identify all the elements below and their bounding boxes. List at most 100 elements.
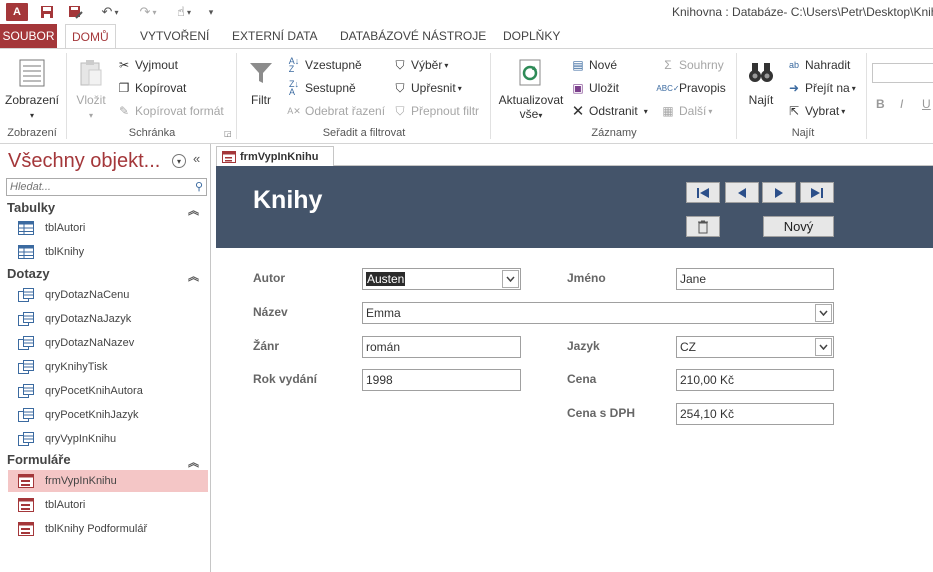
jazyk-combobox[interactable]: CZ bbox=[676, 336, 834, 358]
redo-icon[interactable]: ↷ ▾ bbox=[134, 3, 162, 21]
nav-item-qrypocetknihautora[interactable]: qryPocetKnihAutora bbox=[8, 380, 208, 402]
kopirovat-format-button[interactable]: ✎ Kopírovat formát bbox=[116, 101, 224, 121]
filtr-button[interactable]: Filtr bbox=[244, 57, 278, 107]
form-icon bbox=[222, 150, 236, 163]
first-record-button[interactable] bbox=[686, 182, 720, 203]
save-as-icon[interactable] bbox=[66, 3, 84, 21]
previous-record-button[interactable] bbox=[725, 182, 759, 203]
ulozit-button[interactable]: ▣ Uložit bbox=[570, 78, 619, 98]
underline-button[interactable]: U bbox=[922, 97, 931, 111]
nav-section-dotazy[interactable]: Dotazy ︽ bbox=[7, 266, 207, 286]
upresnit-button[interactable]: ⛉ Upřesnit ▾ bbox=[392, 78, 461, 98]
search-icon[interactable]: ⚲ bbox=[195, 180, 203, 193]
ribbon-separator bbox=[736, 53, 737, 139]
vzestupne-button[interactable]: A↓ Z Vzestupně bbox=[286, 55, 362, 75]
vlozit-button[interactable]: Vložit ▾ bbox=[72, 57, 110, 121]
novy-button[interactable]: Nový bbox=[763, 216, 834, 237]
nav-item-qrydotaznacenu[interactable]: qryDotazNaCenu bbox=[8, 284, 208, 306]
odebrat-razeni-button[interactable]: A✕ Odebrat řazení bbox=[286, 101, 385, 121]
rok-vydani-field[interactable]: 1998 bbox=[362, 369, 521, 391]
zobrazeni-label: Zobrazení bbox=[4, 93, 60, 107]
kopirovat-button[interactable]: ❐ Kopírovat bbox=[116, 78, 187, 98]
bold-button[interactable]: B bbox=[876, 97, 885, 111]
nazev-combobox[interactable]: Emma bbox=[362, 302, 834, 324]
access-app-icon[interactable]: A bbox=[6, 3, 28, 21]
vyber-button[interactable]: ⛉ Výběr ▾ bbox=[392, 55, 448, 75]
souhrny-label: Souhrny bbox=[679, 58, 724, 72]
nove-button[interactable]: ▤ Nové bbox=[570, 55, 617, 75]
customize-toolbar-icon[interactable]: ▾ bbox=[204, 3, 218, 21]
nav-item-tblknihy-podformular[interactable]: tblKnihy Podformulář bbox=[8, 518, 208, 540]
jmeno-field[interactable]: Jane bbox=[676, 268, 834, 290]
vyjmout-button[interactable]: ✂ Vyjmout bbox=[116, 55, 178, 75]
nav-item-qrydotaznajazyk[interactable]: qryDotazNaJazyk bbox=[8, 308, 208, 330]
tab-soubor[interactable]: SOUBOR bbox=[0, 24, 57, 48]
aktualizovat-vse-button[interactable]: Aktualizovat vše▾ bbox=[496, 57, 566, 121]
nav-item-tblknihy[interactable]: tblKnihy bbox=[8, 241, 208, 263]
upresnit-label: Upřesnit bbox=[411, 81, 456, 95]
chevron-down-icon[interactable] bbox=[815, 304, 832, 322]
next-record-button[interactable] bbox=[762, 182, 796, 203]
tab-databazove-nastroje[interactable]: DATABÁZOVÉ NÁSTROJE bbox=[334, 24, 492, 48]
nav-item-qrypocetknihjazyk[interactable]: qryPocetKnihJazyk bbox=[8, 404, 208, 426]
zanr-field[interactable]: román bbox=[362, 336, 521, 358]
chevron-down-icon[interactable] bbox=[502, 270, 519, 288]
nav-menu-chevron-icon[interactable]: ▾ bbox=[172, 154, 186, 168]
tab-externi-data[interactable]: EXTERNÍ DATA bbox=[226, 24, 324, 48]
nav-item-qryvypinknihu[interactable]: qryVypInKnihu bbox=[8, 428, 208, 450]
nav-item-qryknihytisk[interactable]: qryKnihyTisk bbox=[8, 356, 208, 378]
ribbon-separator bbox=[236, 53, 237, 139]
document-tab-frmvypinknihu[interactable]: frmVypInKnihu bbox=[216, 146, 334, 166]
nahradit-button[interactable]: ab Nahradit bbox=[786, 55, 850, 75]
save-icon[interactable] bbox=[38, 3, 56, 21]
nav-item-qrydotaznanazev[interactable]: qryDotazNaNazev bbox=[8, 332, 208, 354]
trash-icon bbox=[698, 220, 708, 233]
tab-doplnky[interactable]: DOPLŇKY bbox=[497, 24, 566, 48]
tab-domu[interactable]: DOMŮ bbox=[65, 24, 116, 49]
group-label-zaznamy: Záznamy bbox=[591, 127, 637, 139]
chevron-down-icon[interactable] bbox=[815, 338, 832, 356]
nav-item-label: tblKnihy Podformulář bbox=[45, 523, 148, 535]
aktualizovat-vse-label: vše bbox=[519, 107, 539, 121]
italic-button[interactable]: I bbox=[900, 97, 903, 111]
nav-collapse-icon[interactable]: « bbox=[193, 151, 200, 166]
najit-button[interactable]: Najít bbox=[742, 57, 780, 107]
undo-icon[interactable]: ↶ ▾ bbox=[96, 3, 124, 21]
advanced-filter-icon: ⛉ bbox=[395, 80, 405, 95]
prepnout-filtr-button[interactable]: ⛉ Přepnout filtr bbox=[392, 101, 479, 121]
nav-section-formulare[interactable]: Formuláře ︽ bbox=[7, 452, 207, 472]
nav-item-frmvypinknihu[interactable]: frmVypInKnihu bbox=[8, 470, 208, 492]
format-painter-icon: ✎ bbox=[118, 104, 130, 118]
nahradit-label: Nahradit bbox=[805, 58, 851, 72]
tab-vytvoreni[interactable]: VYTVOŘENÍ bbox=[134, 24, 215, 48]
label-rok-vydani: Rok vydání bbox=[253, 372, 318, 386]
vybrat-button[interactable]: ⇱ Vybrat ▾ bbox=[786, 101, 845, 121]
autor-value: Austen bbox=[366, 272, 406, 286]
sestupne-button[interactable]: Z↓ A Sestupně bbox=[286, 78, 356, 98]
refresh-icon bbox=[515, 57, 547, 89]
cena-s-dph-field[interactable]: 254,10 Kč bbox=[676, 403, 834, 425]
pravopis-button[interactable]: ABC✓ Pravopis bbox=[656, 78, 725, 98]
font-name-combo[interactable] bbox=[872, 63, 933, 83]
cena-field[interactable]: 210,00 Kč bbox=[676, 369, 834, 391]
touch-mode-icon[interactable]: ☝ ▾ bbox=[170, 3, 198, 21]
nav-search-input[interactable] bbox=[7, 179, 187, 195]
nav-item-tblautori[interactable]: tblAutori bbox=[8, 217, 208, 239]
dalsi-button[interactable]: ▦ Další ▾ bbox=[660, 101, 712, 121]
nav-search-box: ⚲ bbox=[6, 178, 207, 196]
dialog-launcher-icon[interactable]: ◲ bbox=[224, 129, 232, 138]
label-cena: Cena bbox=[567, 372, 597, 386]
last-record-button[interactable] bbox=[800, 182, 834, 203]
copy-icon: ❐ bbox=[118, 81, 130, 95]
autor-combobox[interactable]: Austen bbox=[362, 268, 521, 290]
odstranit-button[interactable]: ✕ Odstranit ▾ bbox=[570, 101, 648, 121]
delete-record-button[interactable] bbox=[686, 216, 720, 237]
zobrazeni-button[interactable]: Zobrazení ▾ bbox=[4, 57, 60, 121]
souhrny-button[interactable]: Σ Souhrny bbox=[660, 55, 724, 75]
nav-item-tblautori-form[interactable]: tblAutori bbox=[8, 494, 208, 516]
ribbon: Zobrazení ▾ Zobrazení Vložit ▾ ✂ Vyjmout ❐ K… bbox=[0, 48, 933, 144]
previous-record-icon bbox=[738, 187, 746, 198]
prejit-na-button[interactable]: ➜ Přejít na ▾ bbox=[786, 78, 856, 98]
nav-pane-title[interactable]: Všechny objekt... bbox=[8, 150, 160, 173]
query-icon bbox=[18, 432, 34, 446]
